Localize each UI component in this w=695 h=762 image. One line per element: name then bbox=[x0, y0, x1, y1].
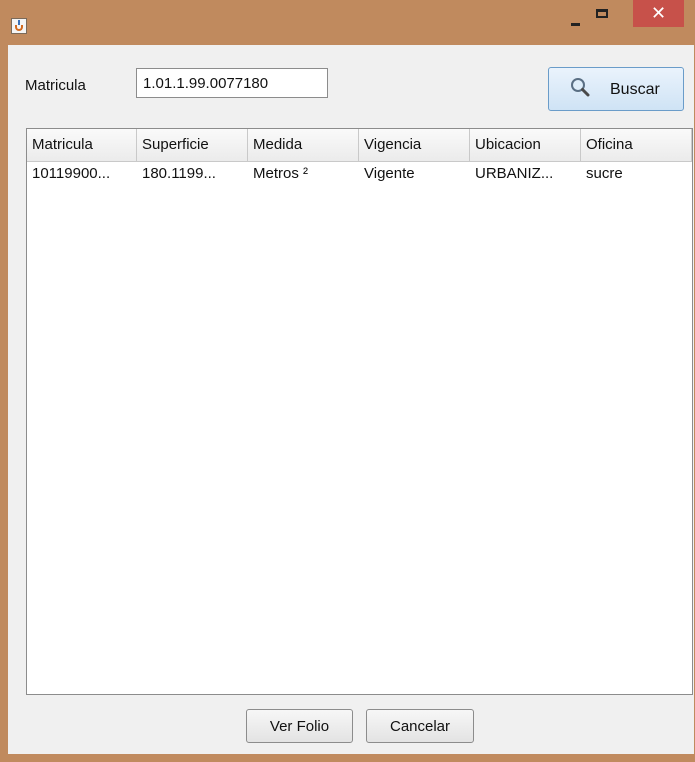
dialog-window: ✕ Matricula Buscar Matricula Superficie … bbox=[0, 0, 695, 762]
buscar-button[interactable]: Buscar bbox=[548, 67, 684, 111]
search-icon bbox=[571, 78, 590, 97]
maximize-button[interactable] bbox=[589, 0, 615, 30]
close-button[interactable]: ✕ bbox=[633, 0, 684, 27]
cell-matricula: 10119900... bbox=[32, 165, 111, 182]
table-row[interactable]: 10119900... 180.1199... Metros ² Vigente… bbox=[27, 162, 692, 186]
minimize-icon bbox=[571, 23, 580, 26]
buscar-label: Buscar bbox=[610, 81, 660, 98]
results-table[interactable]: Matricula Superficie Medida Vigencia Ubi… bbox=[26, 128, 693, 695]
minimize-button[interactable] bbox=[563, 0, 589, 30]
column-header-vigencia[interactable]: Vigencia bbox=[359, 129, 470, 161]
java-icon bbox=[11, 18, 27, 34]
cell-ubicacion: URBANIZ... bbox=[475, 165, 554, 182]
cell-superficie: 180.1199... bbox=[142, 165, 216, 182]
ver-folio-button[interactable]: Ver Folio bbox=[246, 709, 353, 743]
cancelar-button[interactable]: Cancelar bbox=[366, 709, 474, 743]
title-bar: ✕ bbox=[0, 0, 695, 45]
column-header-oficina[interactable]: Oficina bbox=[581, 129, 692, 161]
matricula-input[interactable] bbox=[136, 68, 328, 98]
column-header-ubicacion[interactable]: Ubicacion bbox=[470, 129, 581, 161]
matricula-label: Matricula bbox=[25, 77, 86, 94]
maximize-icon bbox=[596, 9, 608, 18]
column-header-matricula[interactable]: Matricula bbox=[27, 129, 137, 161]
cell-oficina: sucre bbox=[586, 165, 623, 182]
table-header: Matricula Superficie Medida Vigencia Ubi… bbox=[27, 129, 692, 162]
cell-vigencia: Vigente bbox=[364, 165, 415, 182]
cell-medida: Metros ² bbox=[253, 165, 309, 182]
column-header-medida[interactable]: Medida bbox=[248, 129, 359, 161]
column-header-superficie[interactable]: Superficie bbox=[137, 129, 248, 161]
